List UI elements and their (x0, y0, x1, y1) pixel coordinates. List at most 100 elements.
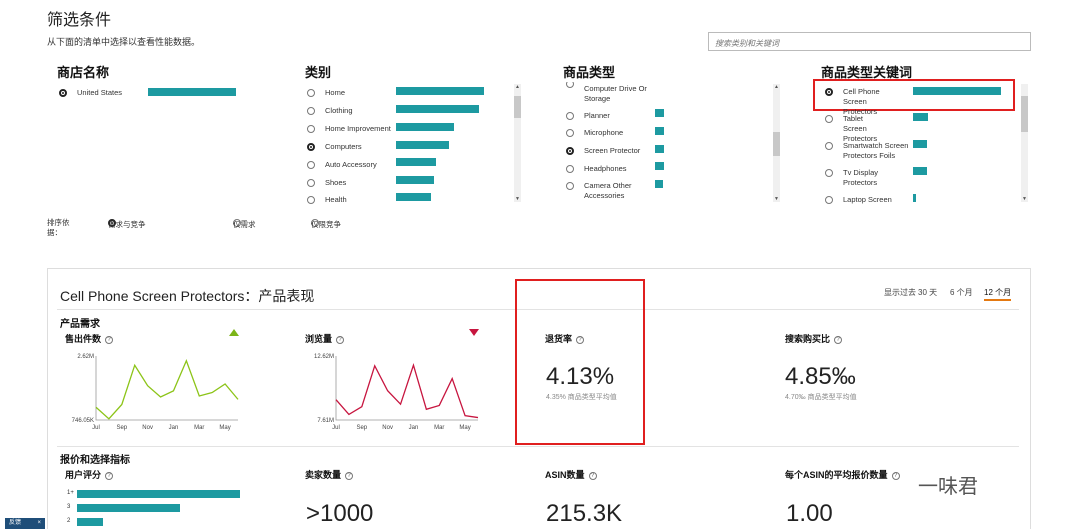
radio-button[interactable] (566, 165, 574, 173)
close-icon[interactable]: × (37, 518, 41, 529)
help-icon[interactable]: ? (105, 335, 114, 344)
radio-button[interactable] (825, 196, 833, 204)
keyword-bar (913, 167, 927, 175)
radio-button[interactable] (825, 115, 833, 123)
ratings-label: 用户评分 (65, 470, 102, 480)
radio-button[interactable] (307, 107, 315, 115)
product-type-item-label: Camera Other Accessories (584, 181, 632, 200)
product-type-item-label: Microphone (584, 128, 624, 137)
help-icon[interactable]: ? (336, 335, 345, 344)
demand-section-title: 产品需求 (60, 319, 100, 330)
category-title: 类别 (305, 65, 332, 80)
offers-per-asin-value: 1.00 (786, 500, 833, 527)
page-views-x-tick: Nov (382, 425, 393, 431)
product-type-item-label: Planner (584, 111, 610, 120)
help-icon[interactable]: ? (834, 335, 843, 344)
search-conversion-value: 4.85‰ (785, 363, 856, 390)
page-views-x-tick: Sep (356, 425, 367, 431)
units-sold-series-line (95, 359, 239, 420)
sellers-label: 卖家数量 (305, 470, 342, 480)
radio-button[interactable] (307, 125, 315, 133)
period-6-months[interactable]: 6 个月 (950, 287, 973, 298)
period-30-days[interactable]: 30 天 (918, 287, 937, 298)
radio-button[interactable] (566, 112, 574, 120)
radio-button[interactable] (307, 196, 315, 204)
radio-button[interactable] (307, 143, 315, 151)
return-rate-label: 退货率 (545, 334, 573, 344)
category-item-label: Shoes (325, 178, 347, 187)
help-icon[interactable]: ? (105, 471, 114, 480)
units-sold-x-tick: Nov (142, 425, 153, 431)
category-bar (396, 141, 449, 149)
rating-bar (77, 490, 240, 498)
category-bar (396, 176, 434, 184)
return-rate-title: 退货率? (545, 332, 585, 345)
radio-button[interactable] (566, 147, 574, 155)
product-type-title: 商品类型 (563, 65, 616, 80)
page-views-y-tick: 7.61M (317, 418, 334, 424)
units-sold-label: 售出件数 (65, 334, 102, 344)
rating-bar (77, 518, 103, 526)
radio-button[interactable] (307, 89, 315, 97)
units-sold-title: 售出件数? (65, 332, 114, 345)
category-scrollbar[interactable]: ▲ ▼ (514, 84, 521, 202)
page-views-series-line (335, 363, 479, 419)
store-title: 商店名称 (57, 65, 110, 80)
store-bar (148, 88, 236, 96)
units-sold-chart: 2.62M 746.05KJul Sep Nov Jan Mar May (72, 354, 239, 431)
help-icon[interactable]: ? (891, 471, 900, 480)
category-bar (396, 193, 431, 201)
radio-button[interactable] (307, 179, 315, 187)
category-item-label: Clothing (325, 106, 353, 115)
scroll-thumb[interactable] (514, 96, 521, 118)
scroll-up-icon[interactable]: ▲ (773, 84, 780, 90)
radio-button[interactable] (566, 82, 574, 88)
product-type-scrollbar[interactable]: ▲ ▼ (773, 84, 780, 202)
return-rate-value: 4.13% (546, 363, 615, 390)
product-type-bar (655, 162, 664, 170)
radio-button[interactable] (825, 142, 833, 150)
return-rate-note: 4.35% 商品类型平均值 (546, 394, 617, 401)
offers-per-asin-label: 每个ASIN的平均报价数量 (785, 470, 888, 480)
scroll-thumb[interactable] (773, 132, 780, 156)
scroll-down-icon[interactable]: ▼ (773, 196, 780, 202)
help-icon[interactable]: ? (345, 471, 354, 480)
scroll-down-icon[interactable]: ▼ (514, 196, 521, 202)
keyword-item-label: Tablet Screen Protectors (843, 114, 878, 143)
radio-button[interactable] (566, 129, 574, 137)
feedback-label: 反馈 (9, 520, 22, 526)
search-box[interactable] (708, 32, 1031, 52)
radio-button[interactable] (825, 169, 833, 177)
radio-button[interactable] (307, 161, 315, 169)
scroll-up-icon[interactable]: ▲ (514, 84, 521, 90)
category-item-label: Home (325, 88, 346, 97)
rating-bar (77, 504, 180, 512)
return-rate-highlight (515, 279, 645, 445)
scroll-thumb[interactable] (1021, 96, 1028, 132)
category-bar (396, 123, 454, 131)
units-sold-x-tick: Mar (194, 425, 204, 431)
rating-label: 2 (67, 518, 71, 524)
search-conversion-note: 4.70‰ 商品类型平均值 (785, 394, 857, 401)
feedback-button[interactable]: 反馈 × (5, 518, 45, 529)
radio-button[interactable] (59, 89, 67, 97)
keyword-scrollbar[interactable]: ▼ (1021, 84, 1028, 202)
sellers-title: 卖家数量? (305, 468, 354, 481)
store-item-label: United States (77, 88, 123, 97)
help-icon[interactable]: ? (576, 335, 585, 344)
search-conversion-label: 搜索购买比 (785, 334, 831, 344)
radio-button[interactable] (566, 182, 574, 190)
product-type-bar (655, 145, 664, 153)
product-type-item-label: Computer Drive Or Storage (584, 84, 647, 103)
units-sold-x-tick: Jan (169, 425, 179, 431)
store-list: United States (59, 82, 259, 204)
sort-option-label: 需求与竞争 (108, 220, 146, 229)
page-views-title: 浏览量? (305, 332, 345, 345)
page-views-label: 浏览量 (305, 334, 333, 344)
period-12-months[interactable]: 12 个月 (984, 287, 1012, 301)
search-input[interactable] (709, 35, 1030, 52)
scroll-down-icon[interactable]: ▼ (1021, 196, 1028, 202)
category-bar (396, 87, 484, 95)
radio-button[interactable] (825, 88, 833, 96)
help-icon[interactable]: ? (588, 471, 597, 480)
